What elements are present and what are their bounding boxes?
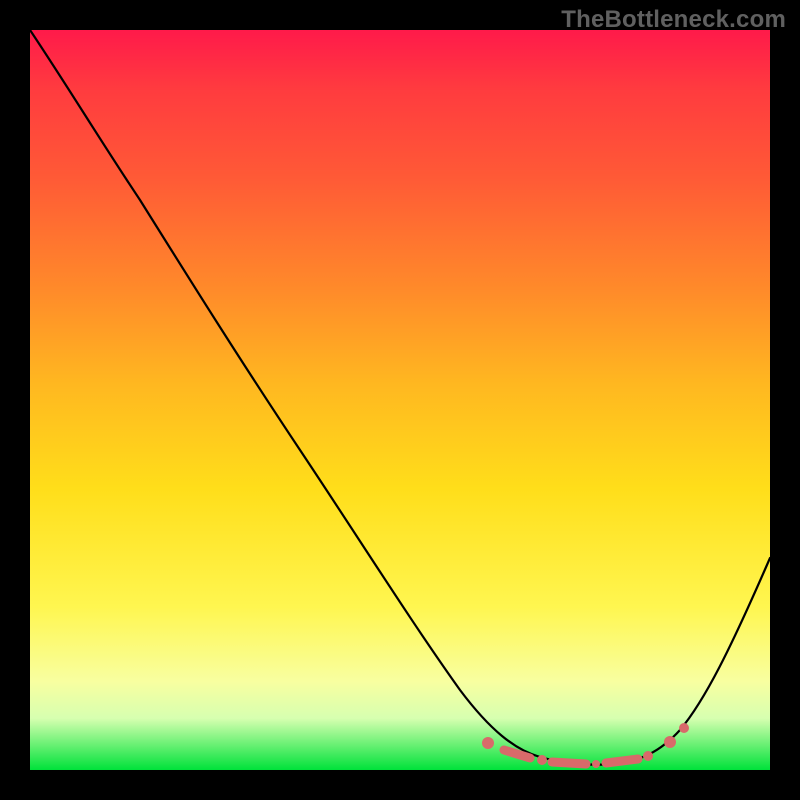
marker-dot [679, 723, 689, 733]
watermark-text: TheBottleneck.com [561, 6, 786, 34]
bottleneck-curve [30, 30, 770, 765]
chart-frame: TheBottleneck.com [0, 0, 800, 800]
plot-area [30, 30, 770, 770]
marker-dash [552, 762, 586, 764]
marker-dot [592, 760, 600, 768]
marker-dot [643, 751, 653, 761]
marker-dot [664, 736, 676, 748]
marker-dot [537, 755, 547, 765]
marker-dash [606, 759, 638, 763]
curve-layer [30, 30, 770, 770]
marker-dot [482, 737, 494, 749]
